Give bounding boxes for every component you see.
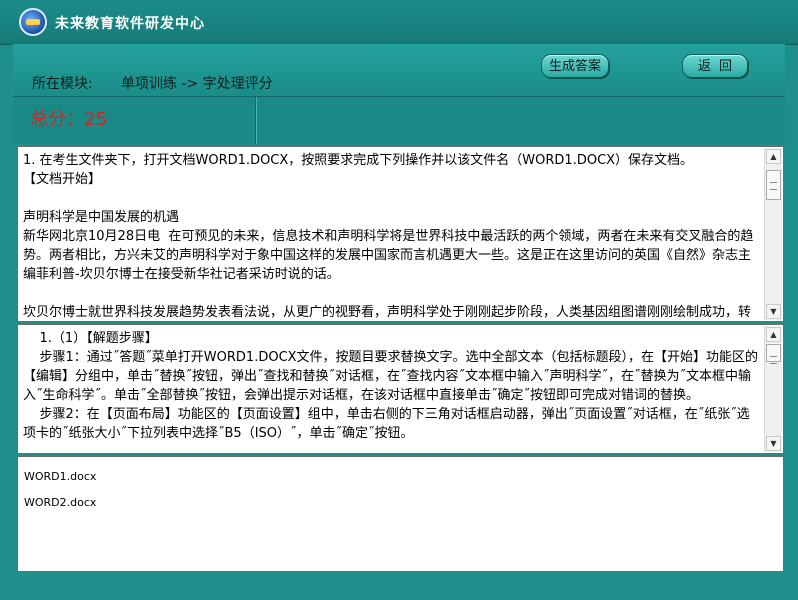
- module-path: 单项训练 -> 字处理评分: [121, 76, 273, 92]
- file-item[interactable]: WORD1.docx: [24, 470, 96, 483]
- app-title: 未来教育软件研发中心: [55, 16, 205, 32]
- scroll-down-icon[interactable]: ▼: [766, 304, 781, 319]
- solution-line: 1.（1）【解题步骤】: [23, 331, 158, 346]
- solution-text: 1.（1）【解题步骤】 步骤1：通过˝答题˝菜单打开WORD1.DOCX文件，按…: [23, 329, 761, 443]
- app-logo-icon: [19, 8, 47, 36]
- header-area: 所在模块: 单项训练 -> 字处理评分 生成答案 返回 总分：25: [13, 44, 785, 144]
- question-line: [23, 284, 761, 303]
- solution-panel[interactable]: 1.（1）【解题步骤】 步骤1：通过˝答题˝菜单打开WORD1.DOCX文件，按…: [17, 324, 784, 454]
- scroll-up-icon[interactable]: ▲: [766, 327, 781, 342]
- total-score: 总分：25: [30, 109, 107, 130]
- generate-answer-button[interactable]: 生成答案: [541, 54, 609, 78]
- solution-line: 步骤2：在【页面布局】功能区的【页面设置】组中，单击右侧的下三角对话框启动器，弹…: [23, 407, 750, 441]
- question-line: 【文档开始】: [23, 172, 102, 187]
- file-item[interactable]: WORD2.docx: [24, 496, 96, 509]
- question-line: 声明科学是中国发展的机遇: [23, 210, 180, 225]
- question-panel[interactable]: 1. 在考生文件夹下，打开文档WORD1.DOCX，按照要求完成下列操作并以该文…: [17, 146, 784, 322]
- scroll-up-icon[interactable]: ▲: [766, 149, 781, 164]
- module-label: 所在模块:: [32, 76, 93, 92]
- scroll-thumb[interactable]: [766, 170, 781, 200]
- question-line: 坎贝尔博士就世界科技发展趋势发表看法说，从更广的视野看，声明科学处于刚刚起步阶段…: [23, 305, 752, 320]
- score-bar: 总分：25: [13, 97, 785, 144]
- question-scrollbar[interactable]: ▲ ▼: [764, 148, 782, 320]
- scroll-down-icon[interactable]: ▼: [766, 436, 781, 451]
- question-text: 1. 在考生文件夹下，打开文档WORD1.DOCX，按照要求完成下列操作并以该文…: [23, 151, 761, 321]
- divider: [255, 97, 256, 144]
- scroll-thumb[interactable]: [766, 344, 781, 364]
- back-button[interactable]: 返回: [682, 54, 748, 78]
- question-line: 新华网北京10月28日电 在可预见的未来，信息技术和声明科学将是世界科技中最活跃…: [23, 229, 754, 282]
- file-list-panel[interactable]: WORD1.docx WORD2.docx: [17, 456, 784, 572]
- question-line: 1. 在考生文件夹下，打开文档WORD1.DOCX，按照要求完成下列操作并以该文…: [23, 153, 694, 168]
- title-bar: 未来教育软件研发中心: [0, 0, 798, 45]
- solution-scrollbar[interactable]: ▲ ▼: [764, 326, 782, 452]
- question-line: [23, 189, 761, 208]
- module-bar: 所在模块: 单项训练 -> 字处理评分 生成答案 返回: [13, 44, 785, 97]
- solution-line: 步骤1：通过˝答题˝菜单打开WORD1.DOCX文件，按题目要求替换文字。选中全…: [23, 350, 759, 403]
